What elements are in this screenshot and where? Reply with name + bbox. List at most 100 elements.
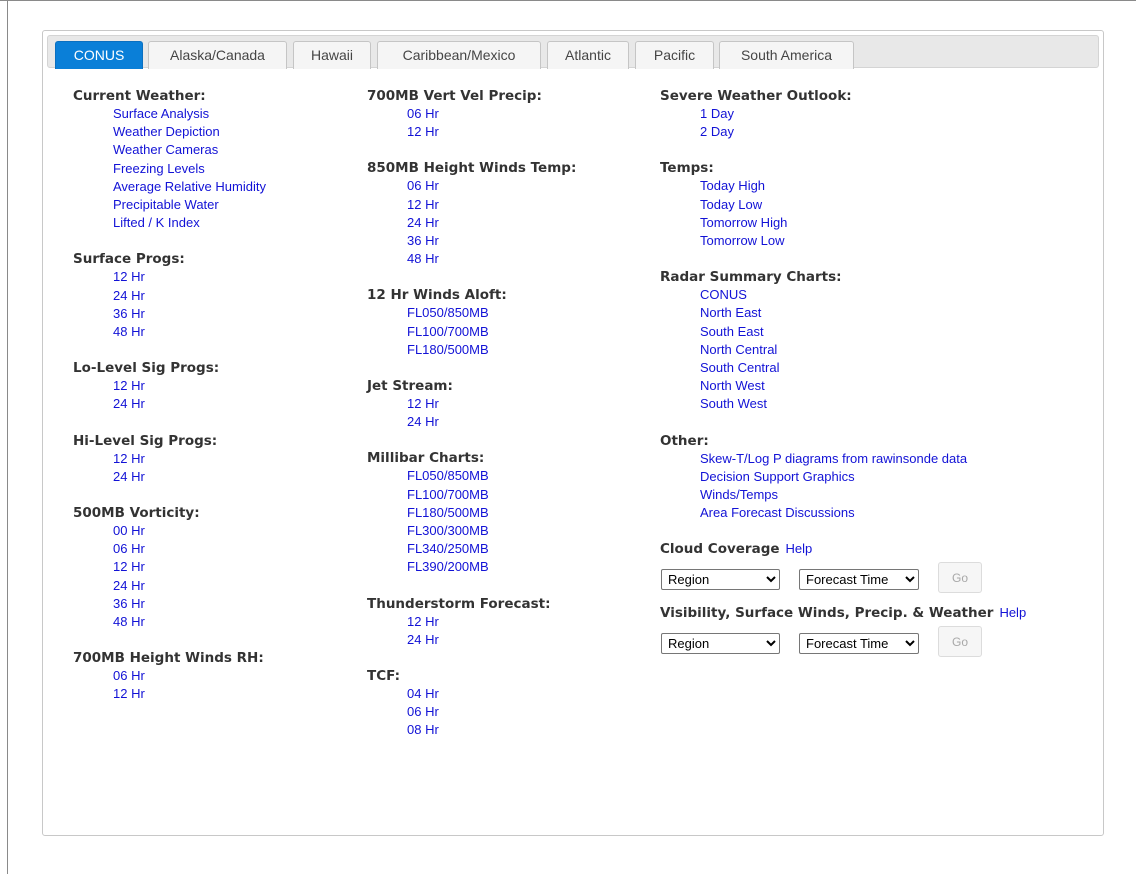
- chart-link[interactable]: 24 Hr: [113, 395, 266, 413]
- group-heading: Lo-Level Sig Progs:: [73, 360, 220, 377]
- chart-link[interactable]: Tomorrow High: [700, 214, 1026, 232]
- chart-link[interactable]: FL100/700MB: [407, 323, 576, 341]
- chart-group-millibar-charts: Millibar Charts: FL050/850MB FL100/700MB FL…: [367, 449, 576, 576]
- chart-link[interactable]: FL100/700MB: [407, 486, 576, 504]
- chart-link[interactable]: 06 Hr: [113, 667, 266, 685]
- chart-group-12-hr-winds-aloft: 12 Hr Winds Aloft: FL050/850MB FL100/700MB…: [367, 286, 576, 359]
- chart-link[interactable]: 24 Hr: [407, 214, 576, 232]
- chart-column-3: Severe Weather Outlook: 1 Day 2 Day Temps: T…: [660, 87, 1026, 664]
- chart-link[interactable]: 48 Hr: [113, 323, 266, 341]
- tab-caribbean-mexico[interactable]: Caribbean/Mexico: [377, 41, 541, 69]
- chart-link[interactable]: 08 Hr: [407, 721, 576, 739]
- chart-link[interactable]: Weather Cameras: [113, 141, 266, 159]
- chart-link[interactable]: 24 Hr: [113, 468, 266, 486]
- chart-link[interactable]: 24 Hr: [407, 413, 576, 431]
- chart-link[interactable]: 1 Day: [700, 105, 1026, 123]
- chart-link[interactable]: Decision Support Graphics: [700, 468, 1026, 486]
- visibility-go-button[interactable]: Go: [938, 626, 982, 658]
- cloud-region-select[interactable]: Region: [661, 569, 780, 591]
- chart-link[interactable]: FL300/300MB: [407, 522, 576, 540]
- chart-group-850mb-height-winds-temp: 850MB Height Winds Temp: 06 Hr 12 Hr 24 Hr 3…: [367, 159, 576, 268]
- chart-link[interactable]: North East: [700, 304, 1026, 322]
- chart-link[interactable]: South West: [700, 395, 1026, 413]
- chart-link[interactable]: Skew-T/Log P diagrams from rawinsonde da…: [700, 450, 1026, 468]
- tab-alaska-canada[interactable]: Alaska/Canada: [148, 41, 287, 69]
- tab-south-america[interactable]: South America: [719, 41, 854, 69]
- window-top-border: [0, 0, 1136, 1]
- visibility-title: Visibility, Surface Winds, Precip. & Wea…: [660, 605, 994, 622]
- cloud-go-button[interactable]: Go: [938, 562, 982, 594]
- chart-link[interactable]: 06 Hr: [407, 177, 576, 195]
- chart-link[interactable]: 00 Hr: [113, 522, 266, 540]
- chart-link[interactable]: 12 Hr: [407, 123, 576, 141]
- tab-pacific[interactable]: Pacific: [635, 41, 714, 69]
- chart-link[interactable]: 06 Hr: [407, 703, 576, 721]
- chart-link[interactable]: Today High: [700, 177, 1026, 195]
- chart-link[interactable]: Freezing Levels: [113, 160, 266, 178]
- chart-link[interactable]: 2 Day: [700, 123, 1026, 141]
- tab-conus[interactable]: CONUS: [55, 41, 143, 69]
- chart-link[interactable]: 36 Hr: [407, 232, 576, 250]
- chart-link[interactable]: 06 Hr: [113, 540, 266, 558]
- chart-link[interactable]: Weather Depiction: [113, 123, 266, 141]
- chart-link[interactable]: Surface Analysis: [113, 105, 266, 123]
- chart-link[interactable]: 12 Hr: [113, 558, 266, 576]
- chart-link[interactable]: Area Forecast Discussions: [700, 504, 1026, 522]
- visibility-forecast-time-select[interactable]: Forecast Time: [799, 633, 919, 655]
- chart-link[interactable]: 06 Hr: [407, 105, 576, 123]
- chart-link[interactable]: 12 Hr: [113, 268, 266, 286]
- visibility-region-select[interactable]: Region: [661, 633, 780, 655]
- chart-link[interactable]: Winds/Temps: [700, 486, 1026, 504]
- chart-link[interactable]: FL050/850MB: [407, 304, 576, 322]
- group-heading: Severe Weather Outlook:: [660, 88, 852, 104]
- chart-link[interactable]: 24 Hr: [407, 631, 576, 649]
- group-heading: 500MB Vorticity:: [73, 505, 200, 522]
- cloud-coverage-help-link[interactable]: Help: [786, 541, 813, 556]
- group-heading: Millibar Charts:: [367, 450, 485, 467]
- chart-link[interactable]: 24 Hr: [113, 287, 266, 305]
- chart-link[interactable]: 36 Hr: [113, 305, 266, 323]
- chart-link[interactable]: FL180/500MB: [407, 504, 576, 522]
- chart-link[interactable]: 12 Hr: [407, 395, 576, 413]
- chart-link[interactable]: FL180/500MB: [407, 341, 576, 359]
- visibility-help-link[interactable]: Help: [999, 605, 1026, 620]
- chart-link[interactable]: 12 Hr: [113, 685, 266, 703]
- chart-group-temps: Temps: Today High Today Low Tomorrow High To…: [660, 159, 1026, 250]
- chart-link[interactable]: CONUS: [700, 286, 1026, 304]
- chart-link[interactable]: FL390/200MB: [407, 558, 576, 576]
- chart-link[interactable]: FL340/250MB: [407, 540, 576, 558]
- chart-link[interactable]: 24 Hr: [113, 577, 266, 595]
- chart-link[interactable]: South Central: [700, 359, 1026, 377]
- chart-link[interactable]: 04 Hr: [407, 685, 576, 703]
- chart-group-lo-level-sig-progs: Lo-Level Sig Progs: 12 Hr 24 Hr: [73, 359, 266, 413]
- chart-link[interactable]: 12 Hr: [407, 196, 576, 214]
- chart-link[interactable]: Today Low: [700, 196, 1026, 214]
- chart-group-other: Other: Skew-T/Log P diagrams from rawinso…: [660, 432, 1026, 523]
- chart-group-jet-stream: Jet Stream: 12 Hr 24 Hr: [367, 377, 576, 431]
- chart-link[interactable]: Lifted / K Index: [113, 214, 266, 232]
- chart-link[interactable]: Tomorrow Low: [700, 232, 1026, 250]
- chart-link[interactable]: 36 Hr: [113, 595, 266, 613]
- group-heading: 12 Hr Winds Aloft:: [367, 287, 507, 304]
- tab-atlantic[interactable]: Atlantic: [547, 41, 629, 69]
- charts-panel: CONUS Alaska/Canada Hawaii Caribbean/Mex…: [42, 30, 1104, 836]
- chart-link[interactable]: South East: [700, 323, 1026, 341]
- group-heading: Temps:: [660, 160, 714, 177]
- chart-link[interactable]: 12 Hr: [113, 377, 266, 395]
- chart-link[interactable]: North West: [700, 377, 1026, 395]
- region-tab-bar: CONUS Alaska/Canada Hawaii Caribbean/Mex…: [47, 35, 1099, 69]
- chart-link[interactable]: Average Relative Humidity: [113, 178, 266, 196]
- chart-group-500mb-vorticity: 500MB Vorticity: 00 Hr 06 Hr 12 Hr 24 Hr 36 H…: [73, 504, 266, 631]
- chart-link[interactable]: Precipitable Water: [113, 196, 266, 214]
- chart-link[interactable]: North Central: [700, 341, 1026, 359]
- chart-link[interactable]: 12 Hr: [113, 450, 266, 468]
- chart-link[interactable]: 48 Hr: [113, 613, 266, 631]
- cloud-coverage-heading: Cloud Coverage Help: [660, 540, 1026, 558]
- chart-link[interactable]: 48 Hr: [407, 250, 576, 268]
- chart-link[interactable]: 12 Hr: [407, 613, 576, 631]
- cloud-forecast-time-select[interactable]: Forecast Time: [799, 569, 919, 591]
- chart-link[interactable]: FL050/850MB: [407, 467, 576, 485]
- chart-group-severe-weather-outlook: Severe Weather Outlook: 1 Day 2 Day: [660, 87, 1026, 141]
- chart-group-700mb-height-winds-rh: 700MB Height Winds RH: 06 Hr 12 Hr: [73, 649, 266, 703]
- tab-hawaii[interactable]: Hawaii: [293, 41, 371, 69]
